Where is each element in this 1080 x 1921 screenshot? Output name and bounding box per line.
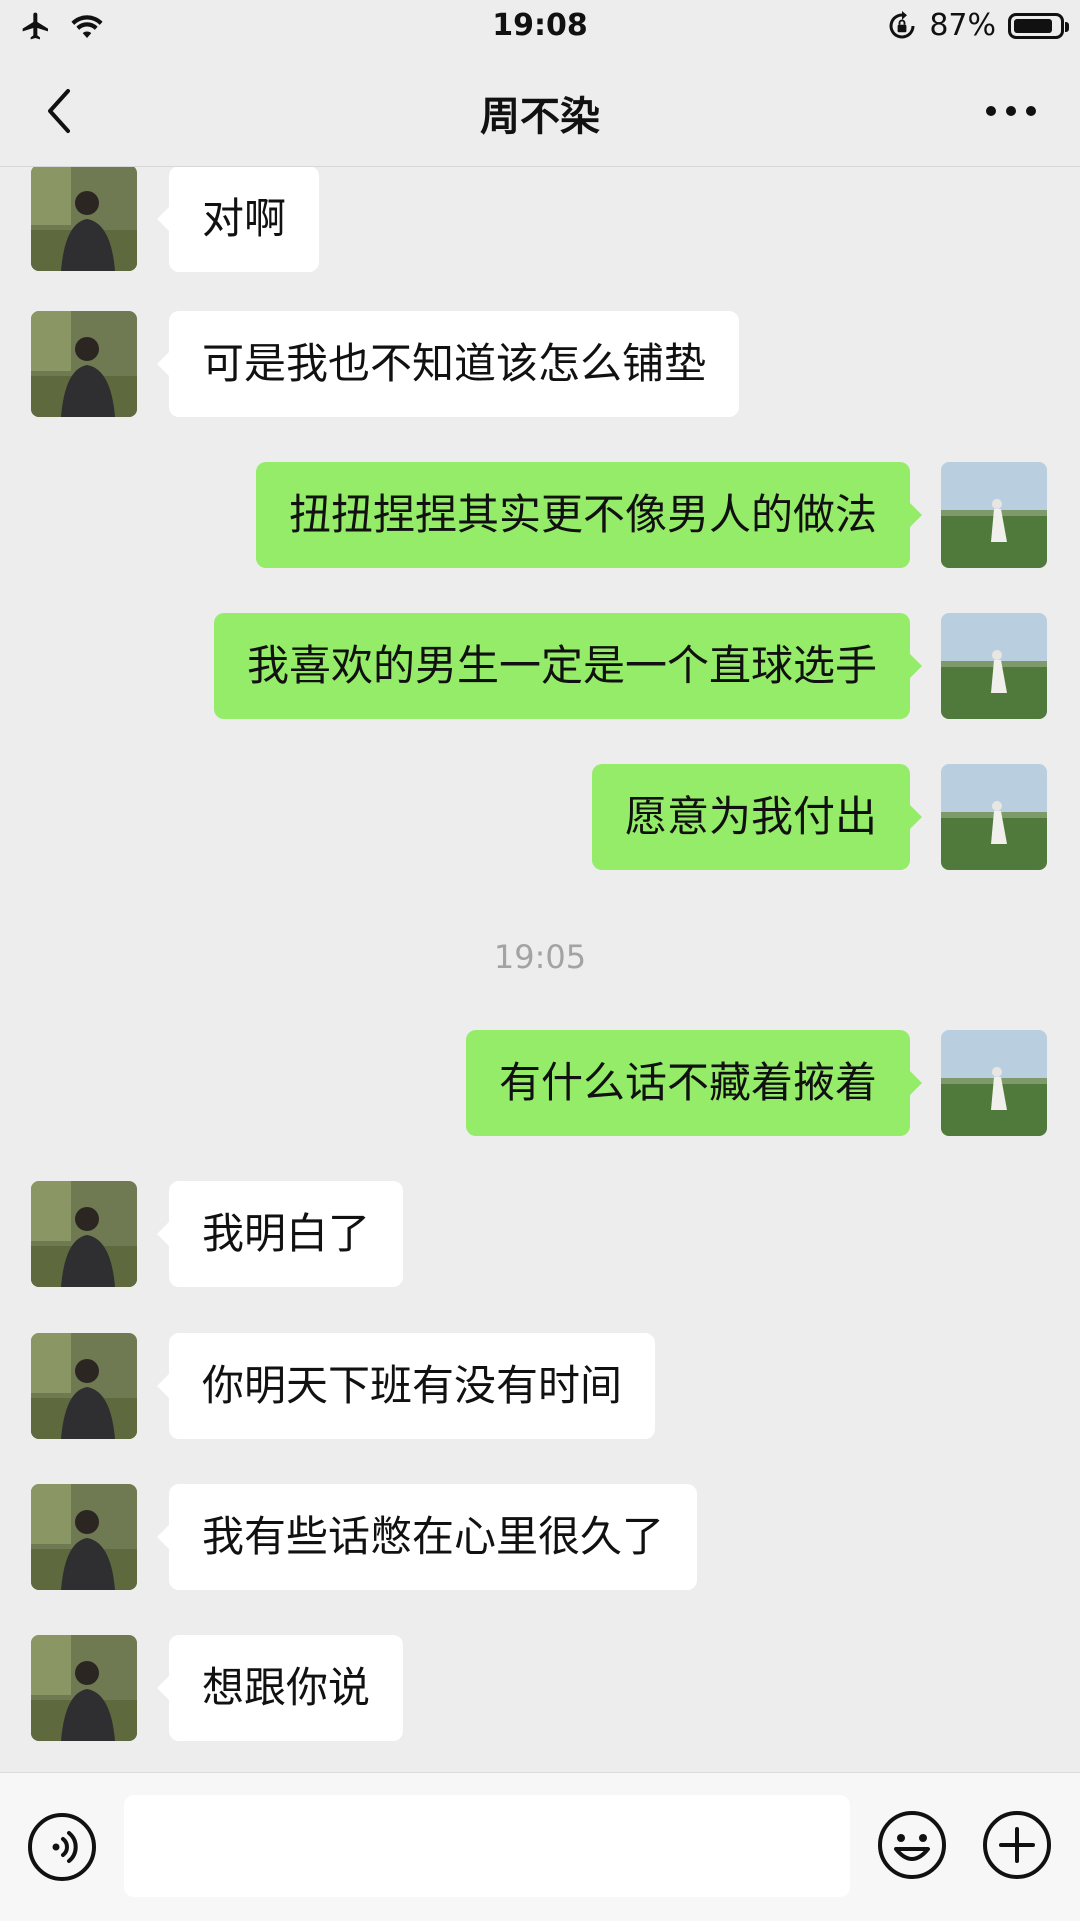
status-bar: 19:08 87% [0,0,1080,54]
my-avatar[interactable] [941,764,1047,870]
voice-button[interactable] [26,1811,98,1883]
nav-bar: 周不染 [0,54,1080,167]
voice-icon [28,1813,96,1881]
message-bubble-sent[interactable]: 扭扭捏捏其实更不像男人的做法 [255,462,923,568]
my-avatar[interactable] [941,613,1047,719]
contact-avatar[interactable] [31,167,137,271]
message-bubble-sent[interactable]: 有什么话不藏着掖着 [465,1030,923,1136]
message-bubble-received[interactable]: 想跟你说 [156,1635,404,1741]
more-button[interactable] [966,76,1056,146]
message-bubble-received[interactable]: 我有些话憋在心里很久了 [156,1484,698,1590]
chat-title: 周不染 [480,94,600,140]
contact-avatar[interactable] [31,1333,137,1439]
contact-avatar[interactable] [31,1181,137,1287]
message-input[interactable] [124,1795,850,1897]
battery-fill [1014,18,1052,33]
message-bubble-received[interactable]: 对啊 [156,167,320,272]
timestamp: 19:05 [493,938,587,976]
contact-avatar[interactable] [31,1484,137,1590]
plus-button[interactable] [981,1809,1053,1881]
battery-percent: 87% [929,8,996,43]
message-bubble-received[interactable]: 你明天下班有没有时间 [156,1333,656,1439]
input-bar [0,1772,1080,1921]
message-bubble-received[interactable]: 我明白了 [156,1181,404,1287]
rotation-lock-icon [889,10,915,38]
chat-message-list[interactable]: 对啊 可是我也不知道该怎么铺垫 扭扭捏捏其实更不像男人的做法 我喜欢的男生一定是… [0,167,1080,1772]
emoji-icon [878,1811,946,1879]
plus-icon [983,1811,1051,1879]
my-avatar[interactable] [941,1030,1047,1136]
contact-avatar[interactable] [31,311,137,417]
emoji-button[interactable] [876,1809,948,1881]
message-bubble-received[interactable]: 可是我也不知道该怎么铺垫 [156,311,740,417]
battery-icon [1008,12,1069,39]
contact-avatar[interactable] [31,1635,137,1741]
my-avatar[interactable] [941,462,1047,568]
more-dots-icon [986,106,1036,116]
message-bubble-sent[interactable]: 愿意为我付出 [591,764,923,870]
message-bubble-sent[interactable]: 我喜欢的男生一定是一个直球选手 [213,613,923,719]
